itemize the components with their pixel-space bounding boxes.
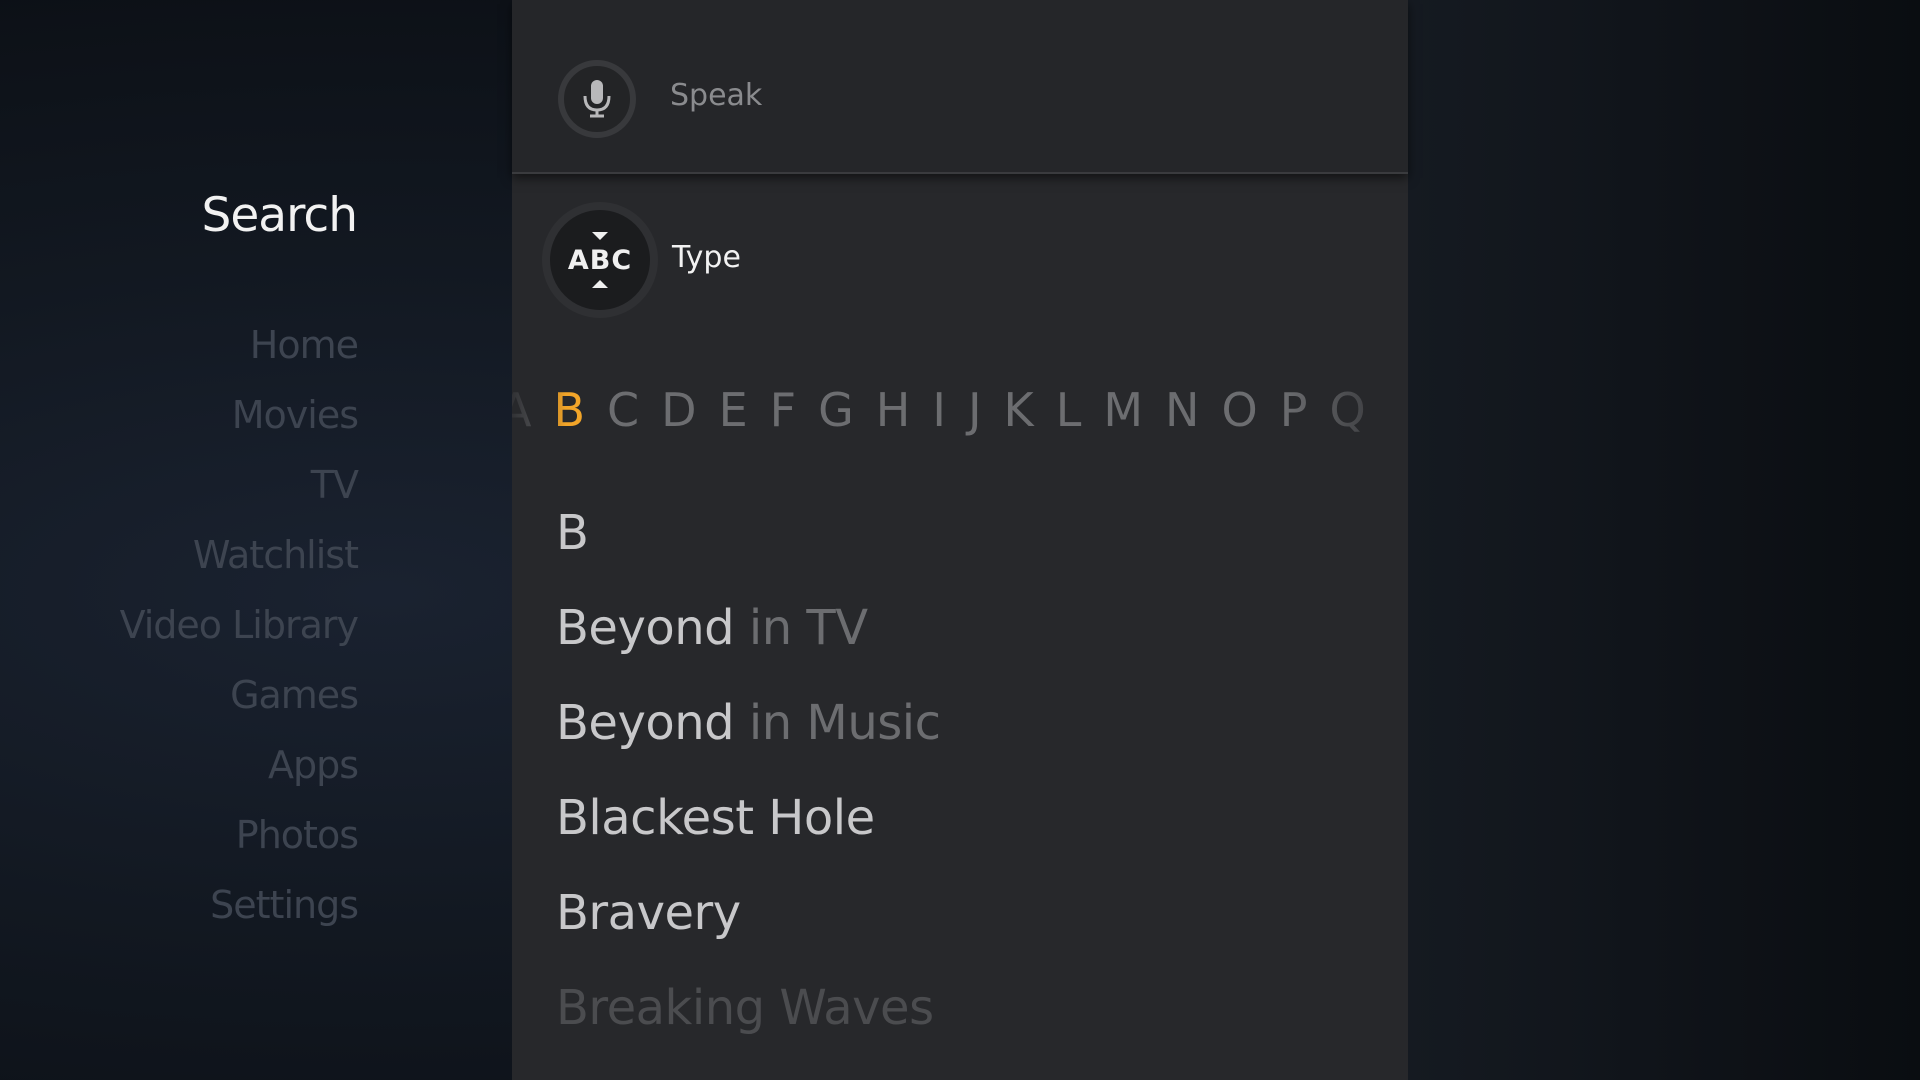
letter-j[interactable]: J xyxy=(968,380,982,440)
letter-i[interactable]: I xyxy=(932,380,946,440)
letter-b[interactable]: B xyxy=(553,380,585,440)
background-right xyxy=(1408,0,1920,1080)
nav-item-watchlist[interactable]: Watchlist xyxy=(120,530,359,600)
nav-item-settings[interactable]: Settings xyxy=(120,880,359,950)
nav-item-home[interactable]: Home xyxy=(120,320,359,390)
nav-item-movies[interactable]: Movies xyxy=(120,390,359,460)
abc-icon-text: ABC xyxy=(567,245,633,276)
result-item[interactable]: Blackest Hole xyxy=(556,783,940,878)
result-title: Beyond xyxy=(556,695,735,751)
speak-label: Speak xyxy=(670,78,763,113)
letter-n[interactable]: N xyxy=(1165,380,1199,440)
letter-m[interactable]: M xyxy=(1103,380,1143,440)
letter-e[interactable]: E xyxy=(719,380,748,440)
search-screen: Search Home Movies TV Watchlist Video Li… xyxy=(0,0,1920,1080)
microphone-glyph xyxy=(583,80,611,118)
letter-g[interactable]: G xyxy=(818,380,854,440)
result-item[interactable]: Bravery xyxy=(556,878,940,973)
letter-f[interactable]: F xyxy=(770,380,796,440)
query-text[interactable]: B xyxy=(556,498,940,593)
letter-a[interactable]: A xyxy=(512,380,531,440)
search-results: B Beyond in TV Beyond in Music Blackest … xyxy=(556,498,941,1068)
nav-item-games[interactable]: Games xyxy=(120,670,359,740)
alphabet-track: ABCDEFGHIJKLMNOPQ xyxy=(512,380,1388,440)
result-item[interactable]: Beyond in Music xyxy=(556,688,941,783)
result-context: in TV xyxy=(734,600,868,656)
letter-q[interactable]: Q xyxy=(1329,380,1365,440)
letter-h[interactable]: H xyxy=(876,380,911,440)
result-title: Blackest Hole xyxy=(556,790,875,846)
result-context: in Music xyxy=(734,695,941,751)
result-title: Beyond xyxy=(556,600,735,656)
nav-item-video-library[interactable]: Video Library xyxy=(120,600,359,670)
type-label: Type xyxy=(672,240,741,275)
arrow-down-icon xyxy=(592,232,608,240)
nav-item-search[interactable]: Search xyxy=(202,188,358,243)
result-title: Breaking Waves xyxy=(556,980,934,1036)
letter-l[interactable]: L xyxy=(1056,380,1082,440)
letter-k[interactable]: K xyxy=(1004,380,1034,440)
keyboard-abc-icon[interactable]: ABC xyxy=(542,202,658,318)
nav-item-tv[interactable]: TV xyxy=(120,460,359,530)
letter-p[interactable]: P xyxy=(1280,380,1308,440)
microphone-icon xyxy=(558,60,636,138)
search-panel: Speak ABC Type ABCDEFGHIJKLMNOPQ B Beyon… xyxy=(512,0,1408,1080)
letter-c[interactable]: C xyxy=(607,380,639,440)
nav-item-apps[interactable]: Apps xyxy=(120,740,359,810)
result-item[interactable]: Breaking Waves xyxy=(556,973,940,1068)
result-title: Bravery xyxy=(556,885,741,941)
letter-d[interactable]: D xyxy=(661,380,696,440)
side-navigation: Search Home Movies TV Watchlist Video Li… xyxy=(0,0,360,1080)
letter-o[interactable]: O xyxy=(1221,380,1257,440)
speak-option[interactable]: Speak xyxy=(512,0,1408,174)
nav-item-photos[interactable]: Photos xyxy=(120,810,359,880)
alphabet-selector[interactable]: ABCDEFGHIJKLMNOPQ xyxy=(512,380,1408,440)
result-item[interactable]: Beyond in TV xyxy=(556,593,940,688)
nav-list: Home Movies TV Watchlist Video Library G… xyxy=(120,320,359,950)
arrow-up-icon xyxy=(592,280,608,288)
